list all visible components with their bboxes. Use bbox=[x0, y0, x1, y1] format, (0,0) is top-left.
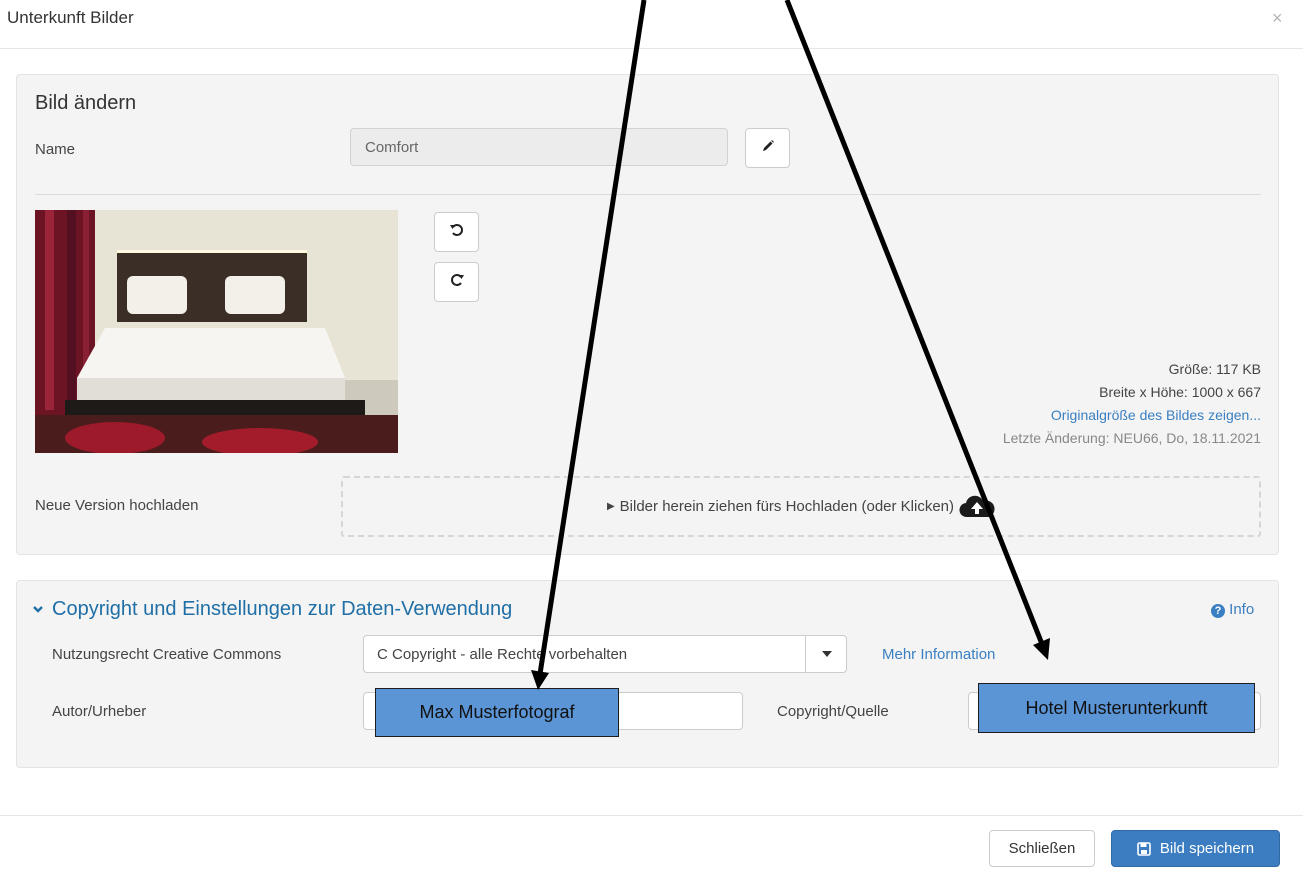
save-label: Bild speichern bbox=[1159, 840, 1255, 857]
dropzone-text: Bilder herein ziehen fürs Hochladen (ode… bbox=[619, 498, 955, 515]
rotate-right-icon bbox=[449, 272, 465, 292]
license-value: C Copyright - alle Rechte vorbehalten bbox=[377, 646, 628, 663]
more-info-link[interactable]: Mehr Information bbox=[882, 646, 995, 663]
upload-dropzone[interactable]: ▶ Bilder herein ziehen fürs Hochladen (o… bbox=[341, 476, 1261, 537]
info-circle-icon: ? bbox=[1211, 604, 1225, 618]
info-link[interactable]: ? Info bbox=[1211, 601, 1254, 618]
last-change: Letzte Änderung: NEU66, Do, 18.11.2021 bbox=[1002, 430, 1261, 446]
copyright-section-title[interactable]: Copyright und Einstellungen zur Daten-Ve… bbox=[52, 598, 512, 621]
caret-right-icon: ▶ bbox=[606, 501, 615, 512]
source-callout: Hotel Musterunterkunft bbox=[978, 683, 1255, 733]
dropdown-caret-icon bbox=[822, 651, 832, 657]
author-label: Autor/Urheber bbox=[52, 703, 147, 720]
room-photo bbox=[35, 210, 398, 453]
floppy-disk-icon bbox=[1137, 841, 1151, 856]
image-size: Größe: 117 KB bbox=[1168, 361, 1261, 377]
author-callout: Max Musterfotograf bbox=[375, 688, 619, 737]
chevron-down-icon[interactable] bbox=[32, 602, 44, 619]
edit-name-button[interactable] bbox=[745, 128, 790, 168]
rotate-left-icon bbox=[449, 222, 465, 242]
rotate-right-button[interactable] bbox=[434, 262, 479, 302]
footer-divider bbox=[0, 815, 1303, 816]
upload-label: Neue Version hochladen bbox=[35, 497, 199, 514]
name-label: Name bbox=[35, 141, 76, 158]
close-button[interactable]: Schließen bbox=[989, 830, 1095, 867]
license-select[interactable]: C Copyright - alle Rechte vorbehalten bbox=[363, 635, 847, 673]
show-original-link[interactable]: Originalgröße des Bildes zeigen... bbox=[1051, 407, 1261, 423]
image-dimensions: Breite x Höhe: 1000 x 667 bbox=[1099, 384, 1261, 400]
name-input[interactable] bbox=[350, 128, 728, 166]
cloud-upload-icon bbox=[959, 495, 995, 519]
save-image-button[interactable]: Bild speichern bbox=[1111, 830, 1280, 867]
modal-header bbox=[0, 0, 1303, 49]
divider bbox=[35, 194, 1261, 195]
edit-image-heading: Bild ändern bbox=[35, 92, 137, 114]
license-label: Nutzungsrecht Creative Commons bbox=[52, 646, 282, 663]
pencil-icon bbox=[761, 139, 775, 157]
info-label: Info bbox=[1229, 601, 1255, 618]
modal-title: Unterkunft Bilder bbox=[7, 8, 134, 27]
rotate-left-button[interactable] bbox=[434, 212, 479, 252]
source-label: Copyright/Quelle bbox=[777, 703, 889, 720]
close-icon[interactable]: × bbox=[1272, 8, 1283, 29]
select-divider bbox=[805, 636, 806, 672]
